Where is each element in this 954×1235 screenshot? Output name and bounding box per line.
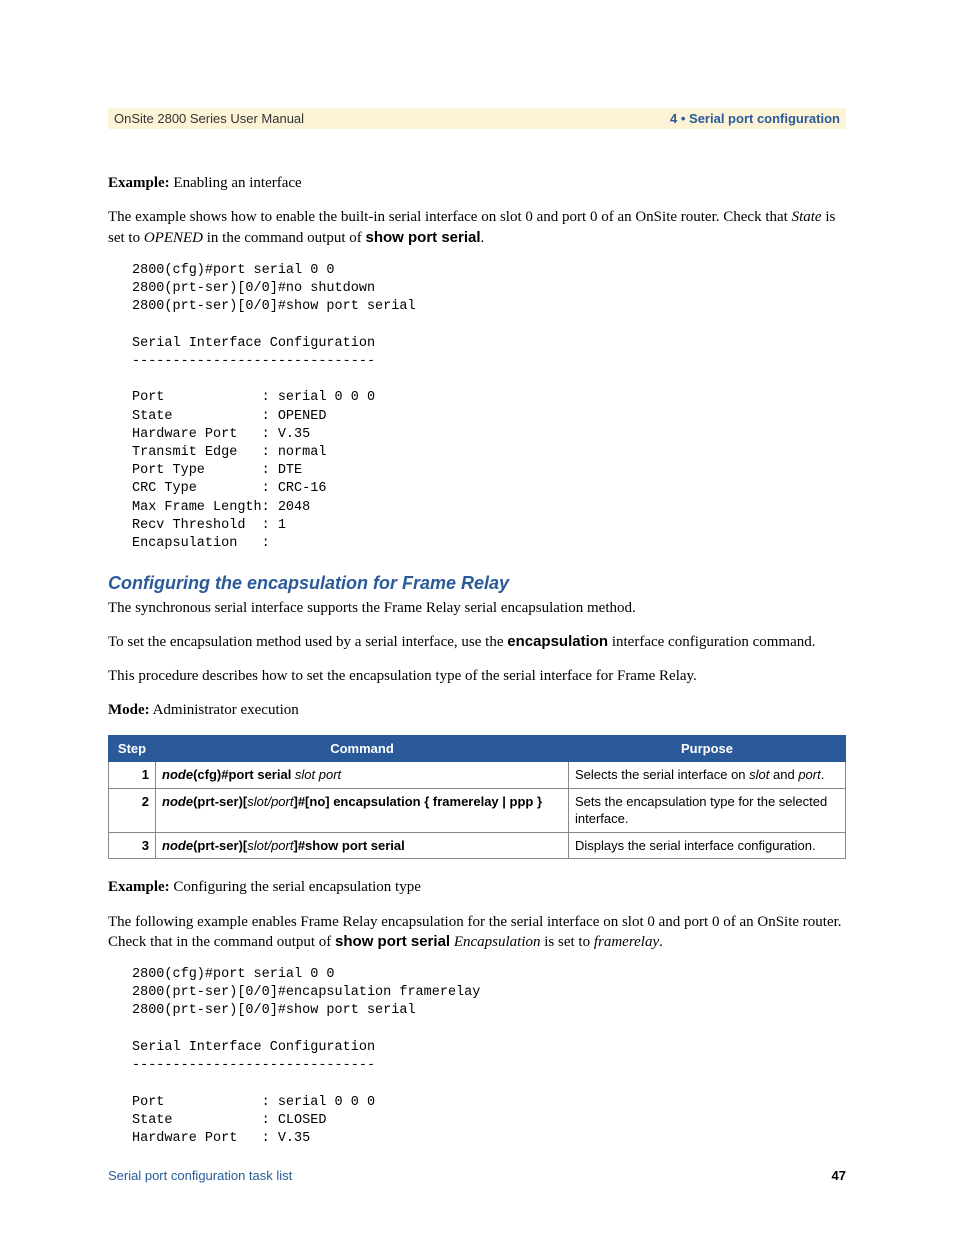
- example1-title: Example: Enabling an interface: [108, 173, 846, 193]
- text: Selects the serial interface on: [575, 767, 749, 782]
- purpose-cell: Displays the serial interface configurat…: [569, 832, 846, 859]
- footer-section-title: Serial port configuration task list: [108, 1168, 292, 1183]
- text: is set to: [541, 934, 594, 950]
- text: To set the encapsulation method used by …: [108, 634, 507, 650]
- page-number: 47: [832, 1168, 846, 1183]
- command-cell: node(prt-ser)[slot/port]#[no] encapsulat…: [156, 788, 569, 832]
- command-table: Step Command Purpose 1 node(cfg)#port se…: [108, 735, 846, 860]
- purpose-cell: Selects the serial interface on slot and…: [569, 762, 846, 789]
- text: .: [659, 934, 663, 950]
- command-cell: node(prt-ser)[slot/port]#show port seria…: [156, 832, 569, 859]
- step-number: 1: [109, 762, 156, 789]
- cmd-arg: slot/port: [247, 838, 293, 853]
- section-heading: Configuring the encapsulation for Frame …: [108, 571, 846, 595]
- page-footer: Serial port configuration task list 47: [108, 1168, 846, 1183]
- table-row: 3 node(prt-ser)[slot/port]#show port ser…: [109, 832, 846, 859]
- show-port-serial-cmd: show port serial: [335, 933, 450, 950]
- cmd-text: ]#show port serial: [293, 838, 404, 853]
- purpose-cell: Sets the encapsulation type for the sele…: [569, 788, 846, 832]
- table-row: 2 node(prt-ser)[slot/port]#[no] encapsul…: [109, 788, 846, 832]
- page-content: Example: Enabling an interface The examp…: [108, 173, 846, 1148]
- example1-intro: The example shows how to enable the buil…: [108, 207, 846, 248]
- node-token: node: [162, 794, 193, 809]
- table-header-row: Step Command Purpose: [109, 735, 846, 762]
- cmd-text: (prt-ser)[: [193, 794, 247, 809]
- state-term: State: [792, 209, 822, 225]
- col-command: Command: [156, 735, 569, 762]
- page-header: OnSite 2800 Series User Manual 4 • Seria…: [108, 108, 846, 129]
- slot-term: slot: [749, 767, 769, 782]
- text: in the command output of: [203, 230, 365, 246]
- opened-term: OPENED: [144, 230, 203, 246]
- mode-line: Mode: Administrator execution: [108, 700, 846, 720]
- code-block-2: 2800(cfg)#port serial 0 0 2800(prt-ser)[…: [132, 966, 846, 1148]
- cmd-text: ]#[no] encapsulation { framerelay | ppp …: [293, 794, 542, 809]
- node-token: node: [162, 767, 193, 782]
- cmd-arg: slot/port: [247, 794, 293, 809]
- cmd-text: (prt-ser)[: [193, 838, 247, 853]
- cmd-text: port serial: [228, 767, 294, 782]
- step-number: 3: [109, 832, 156, 859]
- example-label: Example:: [108, 175, 170, 191]
- example-label: Example:: [108, 879, 170, 895]
- example2-title: Example: Configuring the serial encapsul…: [108, 877, 846, 897]
- show-port-serial-cmd: show port serial: [366, 229, 481, 246]
- header-manual-title: OnSite 2800 Series User Manual: [114, 111, 304, 126]
- text: The example shows how to enable the buil…: [108, 209, 792, 225]
- mode-text: Administrator execution: [150, 702, 299, 718]
- example-title-text: Enabling an interface: [170, 175, 302, 191]
- example-title-text: Configuring the serial encapsulation typ…: [170, 879, 421, 895]
- text: and: [769, 767, 798, 782]
- header-chapter: 4 • Serial port configuration: [670, 111, 840, 126]
- cmd-arg: slot port: [295, 767, 341, 782]
- encapsulation-cmd: encapsulation: [507, 633, 608, 650]
- table-row: 1 node(cfg)#port serial slot port Select…: [109, 762, 846, 789]
- page: OnSite 2800 Series User Manual 4 • Seria…: [0, 0, 954, 1235]
- text: .: [481, 230, 485, 246]
- cmd-text: (cfg)#: [193, 767, 228, 782]
- example2-intro: The following example enables Frame Rela…: [108, 912, 846, 953]
- text: interface configuration command.: [608, 634, 815, 650]
- code-block-1: 2800(cfg)#port serial 0 0 2800(prt-ser)[…: [132, 262, 846, 554]
- text: .: [821, 767, 825, 782]
- node-token: node: [162, 838, 193, 853]
- encapsulation-term: Encapsulation: [454, 934, 541, 950]
- col-purpose: Purpose: [569, 735, 846, 762]
- step-number: 2: [109, 788, 156, 832]
- section-p2: To set the encapsulation method used by …: [108, 632, 846, 652]
- section-p1: The synchronous serial interface support…: [108, 598, 846, 618]
- command-cell: node(cfg)#port serial slot port: [156, 762, 569, 789]
- port-term: port: [798, 767, 820, 782]
- framerelay-term: framerelay: [594, 934, 659, 950]
- mode-label: Mode:: [108, 702, 150, 718]
- section-p3: This procedure describes how to set the …: [108, 666, 846, 686]
- col-step: Step: [109, 735, 156, 762]
